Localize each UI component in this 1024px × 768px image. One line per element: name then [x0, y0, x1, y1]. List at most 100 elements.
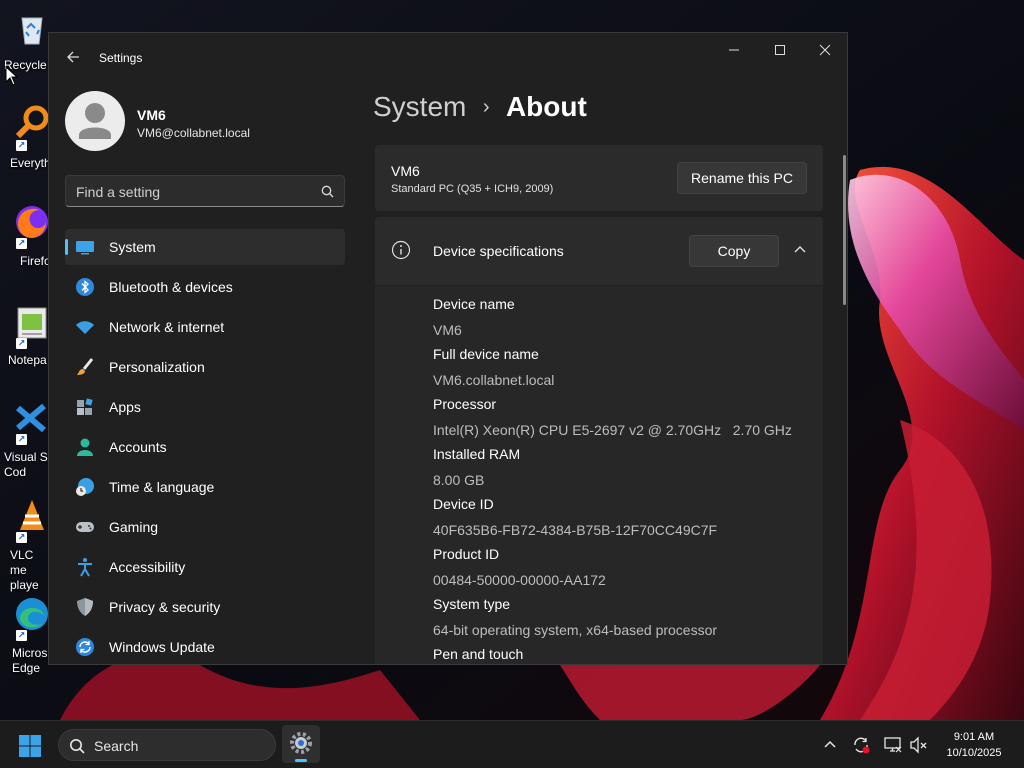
volume-muted-icon[interactable]: [909, 735, 929, 755]
taskbar: Search 9:01 AM 10/10/2025: [0, 720, 1024, 768]
spec-row-pen-touch: Pen and touch: [433, 646, 523, 662]
minimize-button[interactable]: [719, 41, 749, 61]
content-scrollbar[interactable]: [843, 155, 846, 305]
settings-search-box[interactable]: [65, 175, 345, 207]
user-avatar-icon: [79, 103, 111, 139]
nav-item-apps[interactable]: Apps: [65, 389, 345, 425]
shortcut-arrow-icon: ↗: [16, 140, 27, 151]
app-title: Settings: [99, 51, 143, 65]
mouse-cursor-icon: [5, 66, 19, 86]
spec-label: Processor: [433, 396, 497, 412]
spec-value: VM6: [433, 322, 462, 338]
edge-icon: [16, 598, 48, 630]
gaming-icon: [76, 522, 94, 532]
taskbar-clock[interactable]: 9:01 AM 10/10/2025: [934, 729, 1014, 761]
breadcrumb: System › About: [373, 91, 587, 131]
nav-item-label: Gaming: [109, 519, 159, 535]
device-specifications-header[interactable]: Device specifications Copy: [375, 217, 823, 285]
title-bar: Settings: [49, 33, 847, 81]
breadcrumb-parent[interactable]: System: [373, 91, 466, 122]
spec-label: Device ID: [433, 496, 494, 512]
active-indicator: [65, 239, 68, 255]
taskbar-search[interactable]: Search: [58, 729, 276, 761]
spec-label: Pen and touch: [433, 646, 524, 662]
spec-row-device-id: Device ID 40F635B6-FB72-4384-B75B-12F70C…: [433, 496, 717, 538]
nav-item-personalization[interactable]: Personalization: [65, 349, 345, 385]
maximize-icon: [775, 45, 785, 55]
time-language-icon: [76, 478, 94, 496]
minimize-icon: [729, 49, 739, 51]
nav-item-label: System: [109, 239, 156, 255]
clock-date: 10/10/2025: [946, 747, 1002, 759]
nav-item-label: Network & internet: [109, 319, 225, 335]
accounts-icon: [77, 438, 93, 456]
back-button[interactable]: [63, 47, 83, 67]
spec-value: 40F635B6-FB72-4384-B75B-12F70CC49C7F: [433, 522, 718, 538]
nav-item-label: Personalization: [109, 359, 205, 375]
spec-value: Intel(R) Xeon(R) CPU E5-2697 v2 @ 2.70GH…: [433, 422, 792, 438]
active-app-indicator: [295, 759, 307, 762]
nav-item-windows-update[interactable]: Windows Update: [65, 629, 345, 664]
nav-item-privacy-security[interactable]: Privacy & security: [65, 589, 345, 625]
rename-pc-button[interactable]: Rename this PC: [677, 162, 807, 194]
vlc-icon: [20, 500, 44, 530]
chevron-up-icon[interactable]: [820, 735, 840, 755]
search-icon: [321, 185, 334, 198]
windows-start-icon[interactable]: [18, 734, 42, 758]
shortcut-arrow-icon: ↗: [16, 630, 27, 641]
device-specifications-title: Device specifications: [433, 243, 564, 259]
copy-button[interactable]: Copy: [689, 235, 779, 267]
pc-model: Standard PC (Q35 + ICH9, 2009): [391, 183, 554, 195]
notepad-icon: [17, 307, 47, 339]
breadcrumb-chevron-icon: ›: [482, 96, 490, 118]
nav-item-label: Apps: [109, 399, 141, 415]
settings-window: Settings VM6 VM6@collabnet.local Find a …: [48, 32, 848, 665]
spec-label: Device name: [433, 296, 515, 312]
spec-label: System type: [433, 596, 511, 612]
maximize-button[interactable]: [765, 41, 795, 61]
close-button[interactable]: [810, 41, 840, 61]
spec-value: VM6.collabnet.local: [433, 372, 555, 388]
recycle-bin-icon: [21, 17, 43, 45]
network-icon: [76, 321, 94, 334]
accessibility-icon: [78, 558, 92, 577]
taskbar-search-label: Search: [94, 738, 139, 754]
close-icon: [819, 44, 831, 56]
nav-item-gaming[interactable]: Gaming: [65, 509, 345, 545]
everything-search-icon: [15, 105, 49, 139]
nav-item-system[interactable]: System: [65, 229, 345, 265]
network-status-icon[interactable]: [883, 735, 903, 755]
shortcut-arrow-icon: ↗: [16, 238, 27, 249]
spec-row-system-type: System type 64-bit operating system, x64…: [433, 596, 717, 638]
settings-nav: System Bluetooth & devices Network & int…: [65, 229, 345, 664]
shortcut-arrow-icon: ↗: [16, 338, 27, 349]
spec-value: 64-bit operating system, x64-based proce…: [433, 622, 718, 638]
nav-item-accounts[interactable]: Accounts: [65, 429, 345, 465]
back-arrow-icon: [67, 51, 79, 63]
nav-item-label: Time & language: [109, 479, 215, 495]
desktop-icon-label: Visual St Cod: [4, 450, 52, 479]
spec-value: 00484-50000-00000-AA172: [433, 572, 606, 588]
settings-search-input[interactable]: [76, 182, 306, 202]
nav-item-accessibility[interactable]: Accessibility: [65, 549, 345, 585]
nav-item-label: Privacy & security: [109, 599, 221, 615]
nav-item-network[interactable]: Network & internet: [65, 309, 345, 345]
shortcut-arrow-icon: ↗: [16, 434, 27, 445]
nav-item-bluetooth[interactable]: Bluetooth & devices: [65, 269, 345, 305]
spec-label: Product ID: [433, 546, 500, 562]
profile-email: VM6@collabnet.local: [137, 126, 250, 140]
nav-item-label: Accessibility: [109, 559, 186, 575]
taskbar-settings-app[interactable]: [282, 725, 320, 763]
avatar: [65, 91, 125, 151]
sync-alert-icon[interactable]: [851, 735, 871, 755]
desktop-icon-label: VLC me playe: [10, 548, 39, 592]
spec-value: 8.00 GB: [433, 472, 485, 488]
info-icon: [391, 240, 411, 260]
spec-label: Installed RAM: [433, 446, 521, 462]
shield-icon: [77, 598, 93, 616]
nav-item-time-language[interactable]: Time & language: [65, 469, 345, 505]
spec-row-processor: Processor Intel(R) Xeon(R) CPU E5-2697 v…: [433, 396, 792, 438]
nav-item-label: Bluetooth & devices: [109, 279, 233, 295]
chevron-up-icon[interactable]: [791, 241, 809, 259]
page-title: About: [505, 91, 587, 122]
